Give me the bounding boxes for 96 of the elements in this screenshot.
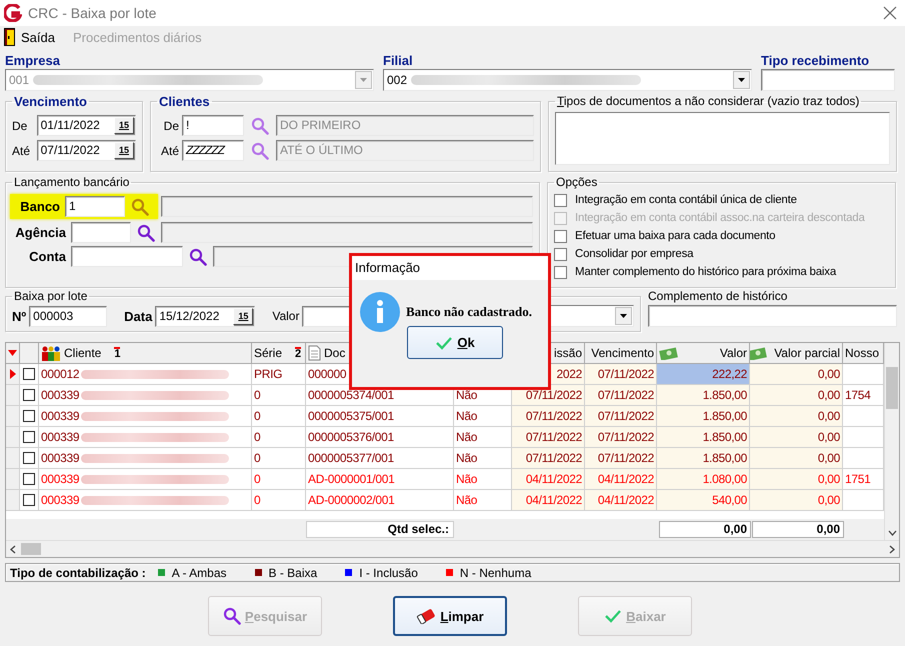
field-label: Tipo recebimento	[761, 53, 870, 69]
client-code: 000339	[41, 430, 80, 444]
sort-order: 1	[114, 347, 120, 359]
table-cell: 0	[252, 385, 306, 406]
table-cell: 07/11/2022	[585, 406, 657, 427]
field-label: Conta	[28, 249, 67, 264]
legend-label: N - Nenhuma	[460, 566, 532, 580]
field-label: Nº	[12, 308, 26, 324]
table-cell: 07/11/2022	[512, 406, 585, 427]
combo-value: 002	[387, 73, 408, 87]
field-label: Valor	[272, 309, 300, 323]
table-cell: 0000005375/001	[306, 406, 454, 427]
client-code: 000339	[41, 451, 80, 465]
field-label: Filial	[383, 53, 414, 69]
field-label: Complemento de histórico	[648, 289, 788, 305]
table-cell: 0	[252, 448, 306, 469]
client-code: 000339	[41, 409, 80, 423]
table-cell: 0,00	[750, 427, 843, 448]
table-cell: 0	[252, 427, 306, 448]
table-cell: 0,00	[750, 406, 843, 427]
legend-label: I - Inclusão	[359, 566, 418, 580]
table-cell: 222,22	[657, 364, 750, 385]
option-label: Manter complemento do histórico para próxima baixa	[575, 266, 836, 278]
group-title: Tipos de documentos a não considerar (vazio traz todos)	[556, 94, 860, 108]
table-cell: 07/11/2022	[585, 385, 657, 406]
field-label: Empresa	[5, 53, 61, 69]
table-cell: 0000005377/001	[306, 448, 454, 469]
client-code: 000339	[41, 493, 80, 507]
field-label: De	[12, 118, 28, 132]
combo-value: 001	[9, 73, 30, 87]
group-title: Baixa por lote	[13, 289, 88, 303]
table-cell: 0,00	[750, 448, 843, 469]
field-label: Agência	[14, 225, 67, 240]
table-cell: 1.850,00	[657, 427, 750, 448]
total-value: 0,00	[752, 521, 844, 538]
field-label: Até	[160, 144, 179, 158]
group-title: Lançamento bancário	[13, 175, 130, 189]
table-cell: AD-0000002/001	[306, 490, 454, 511]
total-label: Qtd selec.:	[306, 521, 454, 538]
field-label: De	[162, 118, 179, 132]
header-label: Valor	[720, 346, 747, 360]
date-value: 07/11/2022	[40, 142, 100, 159]
legend-title: Tipo de contabilização :	[10, 566, 146, 580]
sort-order: 2	[295, 347, 302, 359]
table-cell: 0	[252, 406, 306, 427]
header-label: Valor parcial	[774, 346, 840, 360]
option-label: Efetuar uma baixa para cada documento	[575, 230, 776, 242]
table-cell: 1.850,00	[657, 385, 750, 406]
table-cell: 1.850,00	[657, 406, 750, 427]
table-cell: 0	[252, 469, 306, 490]
total-value: 0,00	[659, 521, 751, 538]
table-cell: 0	[252, 490, 306, 511]
table-cell: 07/11/2022	[585, 448, 657, 469]
table-cell: 0,00	[750, 364, 843, 385]
group-title: Opções	[555, 175, 598, 189]
header-label: Cliente	[64, 346, 102, 360]
table-cell: 0,00	[750, 490, 843, 511]
header-label: Série	[254, 346, 282, 360]
date-value: 15/12/2022	[159, 308, 220, 324]
table-cell: 1.080,00	[657, 469, 750, 490]
table-cell: 04/11/2022	[512, 490, 585, 511]
table-cell: 0000005376/001	[306, 427, 454, 448]
field-label: Data	[124, 308, 152, 324]
option-label: Integração em conta contábil assoc.na carteira descontada	[575, 212, 865, 224]
date-value: 01/11/2022	[40, 117, 100, 134]
table-cell: 04/11/2022	[585, 490, 657, 511]
table-cell: PRIG	[252, 364, 306, 385]
field-label: Até	[12, 144, 32, 158]
table-cell: 07/11/2022	[512, 448, 585, 469]
table-cell: 04/11/2022	[585, 469, 657, 490]
option-label: Integração em conta contábil única de cliente	[575, 194, 797, 206]
table-cell: 0,00	[750, 469, 843, 490]
table-cell: 07/11/2022	[585, 364, 657, 385]
client-code: 000339	[41, 388, 80, 402]
field-label: Banco	[19, 199, 61, 214]
table-cell: AD-0000001/001	[306, 469, 454, 490]
group-title: Vencimento	[13, 94, 88, 109]
dialog-title: Informação	[352, 256, 548, 280]
option-label: Consolidar por empresa	[575, 248, 694, 260]
table-cell: 04/11/2022	[512, 469, 585, 490]
client-code: 000012	[41, 367, 80, 381]
table-cell: 1.850,00	[657, 448, 750, 469]
legend-label: A - Ambas	[172, 566, 226, 580]
table-cell: 07/11/2022	[585, 427, 657, 448]
header-label: Vencimento	[591, 346, 654, 360]
client-code: 000339	[41, 472, 80, 486]
table-cell: 0,00	[750, 385, 843, 406]
table-cell: 540,00	[657, 490, 750, 511]
window-title: CRC - Baixa por lote	[28, 5, 158, 21]
header-label: issão	[554, 346, 582, 360]
legend-label: B - Baixa	[268, 566, 318, 580]
header-label: Nosso	[845, 346, 880, 360]
group-title: Clientes	[158, 94, 211, 109]
dialog-message: Banco não cadastrado.	[406, 304, 532, 320]
header-label: Doc	[324, 346, 346, 360]
table-cell: 07/11/2022	[512, 427, 585, 448]
